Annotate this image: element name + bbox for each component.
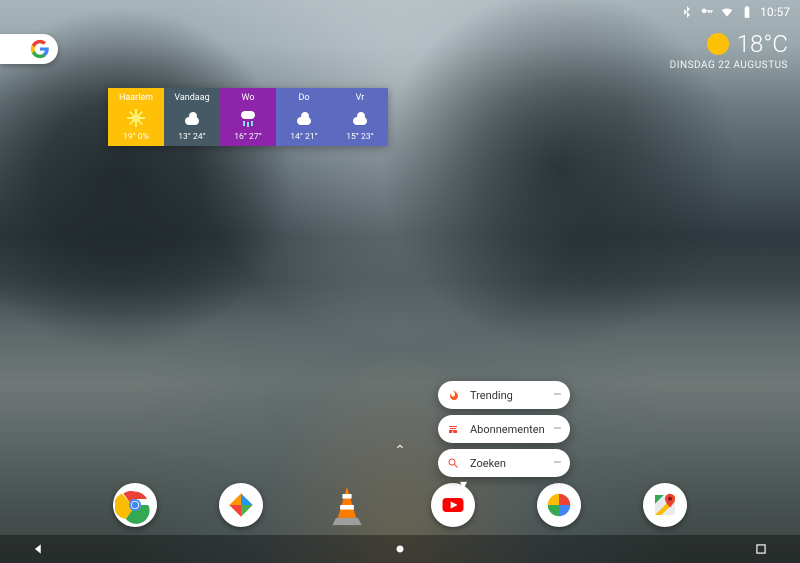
nav-recent-button[interactable]	[752, 540, 770, 558]
weather-temp: 18°C	[737, 30, 788, 58]
nav-back-button[interactable]	[30, 540, 48, 558]
google-logo-icon	[30, 39, 50, 59]
app-shortcut-menu: Trending–Abonnementen–Zoeken–	[438, 381, 570, 477]
forecast-day-2[interactable]: Wo 16° 27°	[220, 88, 276, 146]
forecast-weather-icon	[239, 109, 257, 127]
search-icon	[444, 454, 462, 472]
forecast-label: Vandaag	[174, 93, 209, 103]
shortcut-pin-icon[interactable]: –	[553, 456, 562, 470]
battery-icon	[740, 5, 754, 19]
wifi-icon	[720, 5, 734, 19]
forecast-temps: 19° 0%	[123, 132, 149, 142]
forecast-label: Wo	[242, 93, 255, 103]
google-search-pill[interactable]	[0, 34, 58, 64]
chrome-icon	[115, 485, 155, 525]
dock-app-maps[interactable]	[643, 483, 687, 527]
dock-app-files[interactable]	[219, 483, 263, 527]
forecast-weather-icon	[183, 109, 201, 127]
photos-icon	[544, 490, 574, 520]
forecast-label: Do	[298, 93, 309, 103]
shortcut-pin-icon[interactable]: –	[553, 388, 562, 402]
weather-widget[interactable]: 18°C DINSDAG 22 AUGUSTUS	[670, 30, 788, 71]
dock	[0, 483, 800, 527]
forecast-day-1[interactable]: Vandaag 13° 24°	[164, 88, 220, 146]
maps-icon	[650, 490, 680, 520]
files-icon	[227, 491, 255, 519]
status-time: 10:57	[760, 5, 790, 19]
forecast-widget[interactable]: Haarlem 19° 0% Vandaag 13° 24° Wo 16° 27° Do 14…	[108, 88, 388, 146]
navigation-bar	[0, 535, 800, 563]
shortcut-item-zoeken[interactable]: Zoeken–	[438, 449, 570, 477]
dock-app-youtube[interactable]	[431, 483, 475, 527]
forecast-temps: 15° 23°	[346, 132, 374, 142]
vlc-icon	[325, 482, 369, 528]
forecast-weather-icon	[295, 109, 313, 127]
forecast-day-0[interactable]: Haarlem 19° 0%	[108, 88, 164, 146]
shortcut-label: Abonnementen	[470, 423, 553, 436]
shortcut-item-abonnementen[interactable]: Abonnementen–	[438, 415, 570, 443]
wallpaper	[0, 0, 800, 563]
forecast-weather-icon	[127, 109, 145, 127]
forecast-temps: 13° 24°	[178, 132, 206, 142]
shortcut-label: Zoeken	[470, 457, 553, 470]
fire-icon	[444, 386, 462, 404]
forecast-label: Haarlem	[119, 93, 153, 103]
dock-app-vlc[interactable]	[325, 483, 369, 527]
forecast-temps: 16° 27°	[234, 132, 262, 142]
weather-sun-icon	[707, 33, 729, 55]
nav-home-button[interactable]	[391, 540, 409, 558]
shortcut-menu-arrow-icon: ▾	[460, 477, 467, 493]
forecast-day-4[interactable]: Vr 15° 23°	[332, 88, 388, 146]
youtube-icon	[439, 491, 467, 519]
forecast-temps: 14° 21°	[290, 132, 318, 142]
shortcut-label: Trending	[470, 389, 553, 402]
forecast-label: Vr	[356, 93, 365, 103]
dock-app-photos[interactable]	[537, 483, 581, 527]
key-icon	[700, 5, 714, 19]
forecast-weather-icon	[351, 109, 369, 127]
shortcut-pin-icon[interactable]: –	[553, 422, 562, 436]
bluetooth-icon	[680, 5, 694, 19]
forecast-day-3[interactable]: Do 14° 21°	[276, 88, 332, 146]
status-bar: 10:57	[670, 0, 800, 24]
dock-app-chrome[interactable]	[113, 483, 157, 527]
sub-icon	[444, 420, 462, 438]
weather-date: DINSDAG 22 AUGUSTUS	[670, 60, 788, 71]
app-drawer-handle-icon[interactable]: ⌃	[394, 443, 406, 459]
shortcut-item-trending[interactable]: Trending–	[438, 381, 570, 409]
